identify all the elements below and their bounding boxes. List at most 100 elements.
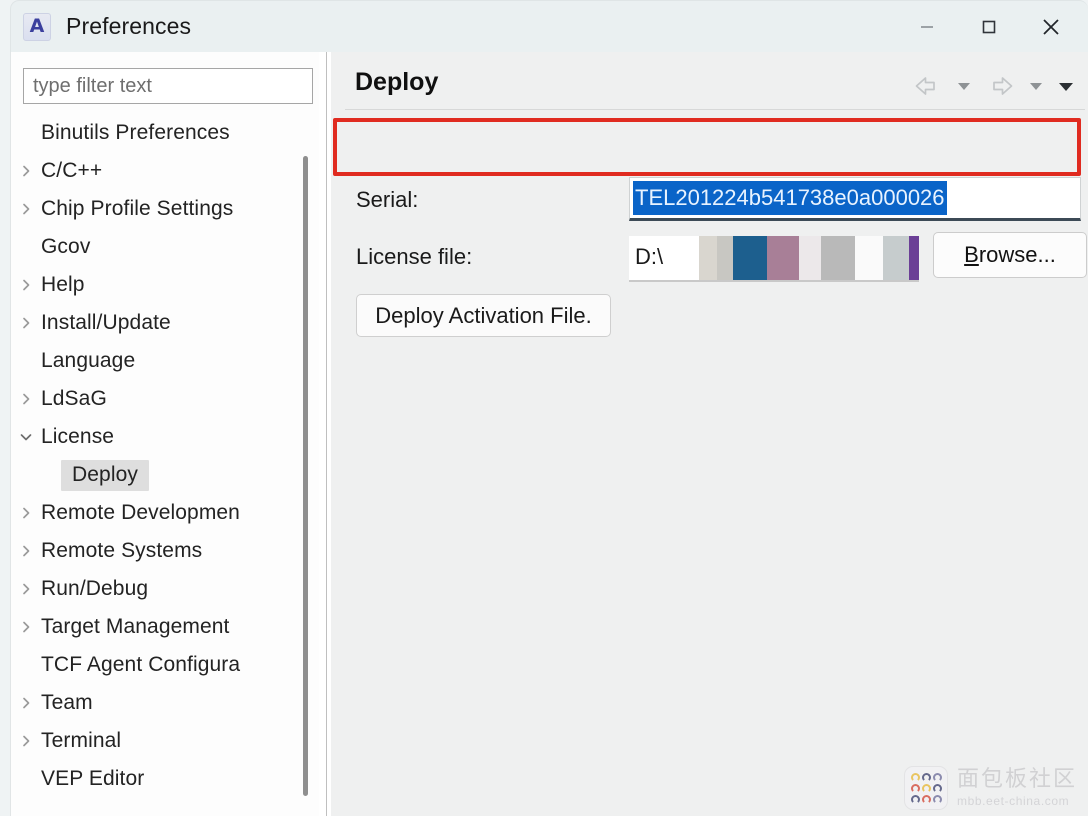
redaction-overlay [717, 236, 733, 280]
redaction-overlay [799, 236, 821, 280]
sidebar-item-install-update[interactable]: Install/Update [11, 304, 319, 342]
redaction-overlay [821, 236, 855, 280]
forward-arrow-icon [993, 77, 1013, 95]
redaction-overlay [733, 236, 767, 280]
preferences-sidebar: Binutils Preferences C/C++ Chip Profile Se… [11, 52, 319, 816]
preferences-tree[interactable]: Binutils Preferences C/C++ Chip Profile Se… [11, 114, 319, 816]
sidebar-item-label: Install/Update [41, 311, 171, 334]
window-controls [896, 1, 1082, 53]
sidebar-scrollbar-thumb[interactable] [303, 156, 308, 796]
redaction-overlay [883, 236, 909, 280]
serial-input[interactable]: TEL201224b541738e0a000026 [629, 177, 1081, 221]
chevron-right-icon[interactable] [11, 163, 41, 179]
sidebar-item-tcf-agent-configura[interactable]: TCF Agent Configura [11, 646, 319, 684]
browse-button-label-rest: rowse... [978, 242, 1056, 267]
sidebar-item-label: VEP Editor [41, 767, 145, 790]
sidebar-item-deploy[interactable]: Deploy [11, 456, 319, 494]
back-history-dropdown[interactable] [949, 66, 979, 106]
app-logo-icon: A [23, 12, 51, 41]
chevron-right-icon[interactable] [11, 277, 41, 293]
sidebar-item-label: Binutils Preferences [41, 121, 230, 144]
back-dropdown-caret-icon [958, 83, 970, 90]
sidebar-item-label: Terminal [41, 729, 122, 752]
sidebar-item-c-c[interactable]: C/C++ [11, 152, 319, 190]
view-menu-button[interactable] [1051, 66, 1081, 106]
sidebar-item-label: Gcov [41, 235, 91, 258]
sidebar-item-help[interactable]: Help [11, 266, 319, 304]
close-icon [1043, 19, 1059, 35]
sidebar-item-remote-developmen[interactable]: Remote Developmen [11, 494, 319, 532]
license-file-value: D:\ [635, 244, 664, 269]
sidebar-item-binutils-preferences[interactable]: Binutils Preferences [11, 114, 319, 152]
sidebar-item-gcov[interactable]: Gcov [11, 228, 319, 266]
sidebar-item-label: C/C++ [41, 159, 103, 182]
deploy-panel: Deploy Serial: TEL201224b541738e0a000026… [331, 52, 1088, 816]
sidebar-item-team[interactable]: Team [11, 684, 319, 722]
sidebar-item-chip-profile-settings[interactable]: Chip Profile Settings [11, 190, 319, 228]
sidebar-scrollbar[interactable] [299, 114, 313, 816]
back-arrow-icon [915, 77, 935, 95]
sidebar-item-label: Remote Systems [41, 539, 203, 562]
watermark-name: 面包板社区 [956, 767, 1077, 792]
sidebar-item-label: Deploy [61, 459, 149, 491]
chevron-right-icon[interactable] [11, 315, 41, 331]
pane-divider [326, 52, 327, 816]
sidebar-item-license[interactable]: License [11, 418, 319, 456]
serial-input-value: TEL201224b541738e0a000026 [633, 181, 947, 215]
maximize-icon [982, 20, 996, 34]
sidebar-item-target-management[interactable]: Target Management [11, 608, 319, 646]
redaction-overlay [909, 236, 919, 280]
sidebar-item-label: Remote Developmen [41, 501, 240, 524]
watermark-url: mbb.eet-china.com [956, 794, 1070, 808]
chevron-right-icon[interactable] [11, 581, 41, 597]
chevron-down-icon[interactable] [11, 429, 41, 445]
browse-button[interactable]: Browse... [933, 232, 1087, 278]
title-separator [345, 109, 1085, 110]
license-file-label: License file: [356, 244, 473, 269]
sidebar-item-label: TCF Agent Configura [41, 653, 241, 676]
sidebar-item-label: Chip Profile Settings [41, 197, 234, 220]
chevron-right-icon[interactable] [11, 543, 41, 559]
watermark-logo-icon [903, 766, 948, 810]
sidebar-item-label: Team [41, 691, 93, 714]
sidebar-item-label: Target Management [41, 615, 230, 638]
title-bar: A Preferences [10, 0, 1088, 52]
forward-button[interactable] [979, 66, 1021, 106]
chevron-right-icon[interactable] [11, 201, 41, 217]
chevron-right-icon[interactable] [11, 391, 41, 407]
sidebar-item-label: Help [41, 273, 85, 296]
chevron-right-icon[interactable] [11, 695, 41, 711]
chevron-right-icon[interactable] [11, 733, 41, 749]
sidebar-item-label: License [41, 425, 115, 448]
watermark-text: 面包板社区 mbb.eet-china.com [956, 767, 1077, 808]
close-button[interactable] [1020, 1, 1082, 53]
watermark: 面包板社区 mbb.eet-china.com [903, 766, 1077, 810]
sidebar-item-terminal[interactable]: Terminal [11, 722, 319, 760]
serial-label: Serial: [356, 187, 419, 212]
chevron-right-icon[interactable] [11, 505, 41, 521]
browse-button-mnemonic: B [964, 242, 979, 267]
sidebar-item-remote-systems[interactable]: Remote Systems [11, 532, 319, 570]
sidebar-item-label: Language [41, 349, 136, 372]
sidebar-item-label: LdSaG [41, 387, 107, 410]
maximize-button[interactable] [958, 1, 1020, 53]
sidebar-item-vep-editor[interactable]: VEP Editor [11, 760, 319, 798]
minimize-button[interactable] [896, 1, 958, 53]
redaction-overlay [767, 236, 799, 280]
sidebar-item-run-debug[interactable]: Run/Debug [11, 570, 319, 608]
forward-dropdown-caret-icon [1030, 83, 1042, 90]
license-file-input[interactable]: D:\ [629, 236, 919, 282]
menu-caret-icon [1059, 82, 1073, 91]
redaction-overlay [855, 236, 883, 280]
sidebar-item-language[interactable]: Language [11, 342, 319, 380]
deploy-activation-file-button[interactable]: Deploy Activation File. [356, 294, 611, 337]
page-title: Deploy [355, 68, 439, 96]
preferences-window: A Preferences type filter text Binutils … [0, 0, 1088, 816]
filter-input[interactable] [23, 68, 313, 104]
navigation-controls [907, 66, 1081, 106]
minimize-icon [921, 26, 933, 28]
chevron-right-icon[interactable] [11, 619, 41, 635]
forward-history-dropdown[interactable] [1021, 66, 1051, 106]
sidebar-item-ldsag[interactable]: LdSaG [11, 380, 319, 418]
back-button[interactable] [907, 66, 949, 106]
